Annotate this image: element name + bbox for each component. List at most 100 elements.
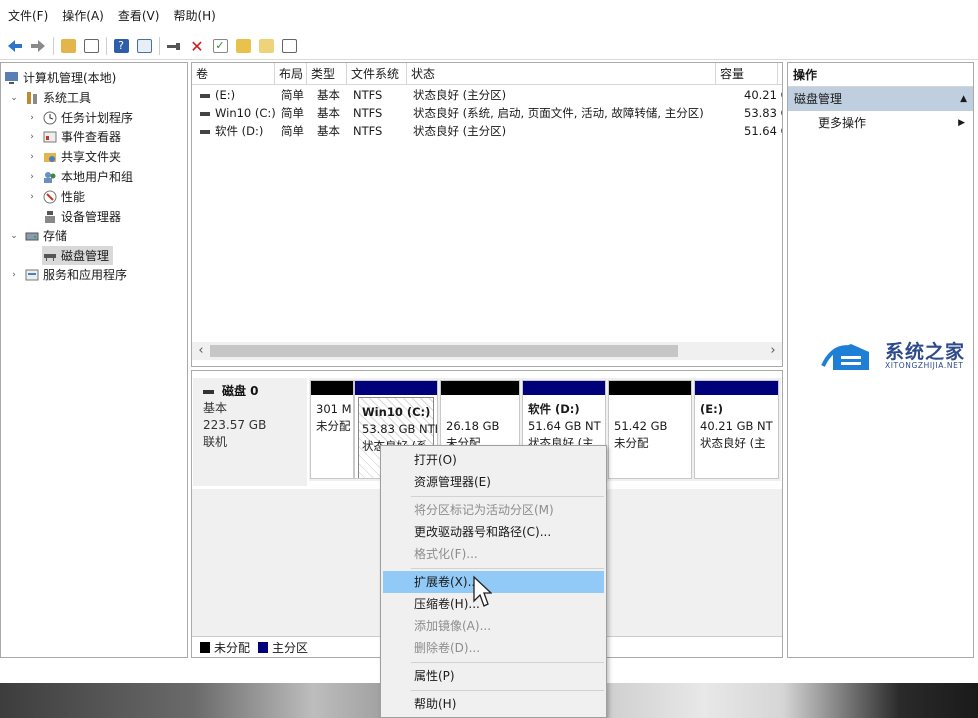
disk-name: 磁盘 0 [222,384,259,398]
menu-item-delete-volume[interactable]: 删除卷(D)... [383,637,604,659]
drive-icon [200,93,210,98]
back-arrow-icon[interactable] [4,35,26,57]
check-icon[interactable]: ✓ [209,35,231,57]
toolbar-separator [159,37,160,55]
menu-separator [411,662,604,663]
up-folder-icon[interactable] [57,35,79,57]
partition-e[interactable]: (E:) 40.21 GB NT 状态良好 (主 [694,380,779,479]
tree-item-services-apps[interactable]: › 服务和应用程序 [8,265,127,284]
tree-root[interactable]: 计算机管理(本地) [4,68,116,87]
menu-item-open[interactable]: 打开(O) [383,449,604,471]
table-row[interactable]: (E:) 简单 基本 NTFS 状态良好 (主分区) 40.21 GB [192,86,782,104]
export-icon[interactable] [255,35,277,57]
partition-unallocated[interactable]: 51.42 GB 未分配 [608,380,692,479]
window-icon[interactable] [278,35,300,57]
properties-icon[interactable] [133,35,155,57]
system-tools-icon [24,90,39,105]
refresh-icon[interactable] [232,35,254,57]
menu-bar: 文件(F) 操作(A) 查看(V) 帮助(H) [0,0,978,30]
chevron-right-icon[interactable]: › [26,172,38,182]
menu-separator [411,496,604,497]
column-filesystem[interactable]: 文件系统 [347,63,407,85]
menu-help[interactable]: 帮助(H) [173,7,215,24]
menu-item-add-mirror[interactable]: 添加镜像(A)... [383,615,604,637]
primary-swatch [258,641,269,653]
menu-view[interactable]: 查看(V) [118,7,160,24]
tree-item-disk-management[interactable]: 磁盘管理 [42,246,114,265]
drive-icon [200,129,210,134]
forward-arrow-icon[interactable] [27,35,49,57]
disk-size: 223.57 GB [203,418,267,432]
column-header: 卷 布局 类型 文件系统 状态 容量 [192,63,782,85]
table-row[interactable]: 软件 (D:) 简单 基本 NTFS 状态良好 (主分区) 51.64 GB [192,122,782,140]
chevron-right-icon[interactable]: › [8,270,20,280]
context-menu: 打开(O) 资源管理器(E) 将分区标记为活动分区(M) 更改驱动器号和路径(C… [380,445,607,718]
actions-header: 操作 [788,63,973,87]
watermark-text: 系统之家 [885,341,966,363]
disk-type: 基本 [203,401,228,415]
column-volume[interactable]: 卷 [192,63,275,85]
scroll-right-arrow-icon[interactable]: › [764,342,782,360]
tree-item-performance[interactable]: › 性能 [26,187,85,206]
tree-item-task-scheduler[interactable]: › 任务计划程序 [26,108,133,127]
partition-unallocated[interactable]: 301 M 未分配 [310,380,354,479]
tree-item-storage[interactable]: ⌄ 存储 [8,226,67,245]
toolbar-separator [106,37,107,55]
services-icon [24,267,39,282]
chevron-right-icon[interactable]: › [26,192,38,202]
table-row[interactable]: Win10 (C:) 简单 基本 NTFS 状态良好 (系统, 启动, 页面文件… [192,104,782,122]
disk-status: 联机 [203,435,228,449]
actions-section-disk-management[interactable]: 磁盘管理 ▲ [788,87,973,111]
disk-info[interactable]: 磁盘 0 基本 223.57 GB 联机 [193,378,307,486]
column-capacity[interactable]: 容量 [716,63,778,85]
disk-management-icon [42,248,57,263]
delete-icon[interactable]: ✕ [186,35,208,57]
tree-item-shared-folders[interactable]: › 共享文件夹 [26,147,121,166]
collapse-up-icon[interactable]: ▲ [960,87,967,111]
chevron-right-icon[interactable]: › [26,152,38,162]
connect-icon[interactable] [163,35,185,57]
menu-item-help[interactable]: 帮助(H) [383,693,604,715]
house-logo-icon [821,344,869,370]
column-status[interactable]: 状态 [407,63,716,85]
event-viewer-icon [42,129,57,144]
chevron-right-icon[interactable]: › [26,132,38,142]
menu-item-extend-volume[interactable]: 扩展卷(X)... [383,571,604,593]
chevron-right-icon[interactable]: › [26,113,38,123]
watermark-url: XITONGZHIJIA.NET [885,361,964,370]
menu-item-shrink-volume[interactable]: 压缩卷(H)... [383,593,604,615]
toolbar: ? ✕ ✓ [0,33,978,60]
menu-item-mark-active[interactable]: 将分区标记为活动分区(M) [383,499,604,521]
computer-management-icon [4,70,19,85]
tree-item-system-tools[interactable]: ⌄ 系统工具 [8,88,91,107]
navigation-tree: 计算机管理(本地) ⌄ 系统工具 › 任务计划程序 › 事件查看器 › 共享文件… [0,62,188,658]
menu-separator [411,690,604,691]
chevron-down-icon[interactable]: ⌄ [8,93,20,103]
drive-icon [200,111,210,116]
chevron-down-icon[interactable]: ⌄ [8,231,20,241]
menu-separator [411,568,604,569]
scrollbar-thumb[interactable] [210,345,678,357]
tree-item-event-viewer[interactable]: › 事件查看器 [26,127,121,146]
toolbar-separator [53,37,54,55]
shared-folder-icon [42,149,57,164]
menu-item-explore[interactable]: 资源管理器(E) [383,471,604,493]
horizontal-scrollbar[interactable]: ‹ › [192,342,782,360]
menu-item-properties[interactable]: 属性(P) [383,665,604,687]
chevron-right-icon: ▶ [958,118,965,128]
tree-item-device-manager[interactable]: 设备管理器 [26,207,121,226]
tree-item-local-users[interactable]: › 本地用户和组 [26,167,133,186]
help-icon[interactable]: ? [110,35,132,57]
column-type[interactable]: 类型 [307,63,347,85]
legend-primary: 主分区 [272,640,309,655]
show-hide-tree-icon[interactable] [80,35,102,57]
scroll-left-arrow-icon[interactable]: ‹ [192,342,210,360]
menu-action[interactable]: 操作(A) [62,7,104,24]
column-layout[interactable]: 布局 [275,63,307,85]
menu-file[interactable]: 文件(F) [8,7,48,24]
menu-item-format[interactable]: 格式化(F)... [383,543,604,565]
disk-icon [203,389,214,394]
clock-icon [42,110,57,125]
more-actions[interactable]: 更多操作 ▶ [788,111,973,135]
menu-item-change-letter[interactable]: 更改驱动器号和路径(C)... [383,521,604,543]
